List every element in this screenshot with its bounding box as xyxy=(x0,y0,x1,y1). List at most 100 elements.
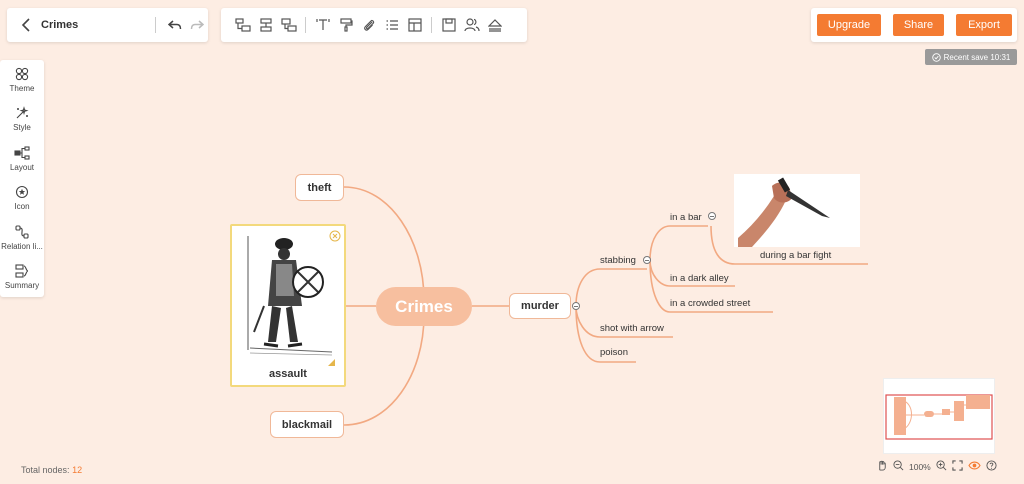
topic-assault[interactable]: assault xyxy=(230,224,346,387)
zoom-in-button[interactable] xyxy=(936,460,947,473)
format-painter-button[interactable] xyxy=(334,13,357,37)
eye-icon xyxy=(968,461,981,470)
save-button[interactable] xyxy=(437,13,460,37)
insert-toolbar xyxy=(221,8,527,42)
check-circle-icon xyxy=(931,52,941,62)
divider xyxy=(305,17,306,33)
fit-screen-button[interactable] xyxy=(952,460,963,473)
subtopic-shot-with-arrow[interactable]: shot with arrow xyxy=(600,323,664,334)
sidebar-item-theme[interactable]: Theme xyxy=(0,60,44,100)
sidebar-item-label: Icon xyxy=(14,202,30,212)
undo-button[interactable] xyxy=(164,19,186,31)
export-button[interactable]: Export xyxy=(956,14,1012,36)
map-connections xyxy=(343,186,868,426)
title-bar: Crimes xyxy=(7,8,208,42)
more-button[interactable] xyxy=(483,13,506,37)
attachment-button[interactable] xyxy=(357,13,380,37)
users-icon xyxy=(463,18,480,32)
divider xyxy=(155,17,156,33)
topic-theft[interactable]: theft xyxy=(295,174,344,201)
save-status-badge: Recent save 10:31 xyxy=(925,49,1017,65)
zoom-controls: 100% xyxy=(877,460,997,473)
insert-text-button[interactable] xyxy=(311,13,334,37)
sidebar-item-layout[interactable]: Layout xyxy=(0,139,44,179)
sidebar-item-style[interactable]: Style xyxy=(0,100,44,140)
subtopic-poison[interactable]: poison xyxy=(600,347,628,358)
total-nodes-count: 12 xyxy=(72,465,83,475)
topic-label: assault xyxy=(269,368,307,380)
collapse-toggle[interactable] xyxy=(708,212,716,220)
topic-blackmail[interactable]: blackmail xyxy=(270,411,344,438)
sibling-topic-icon xyxy=(259,18,272,32)
redo-icon xyxy=(190,20,204,30)
branch-stabbing xyxy=(575,268,647,307)
subtopic-in-a-bar[interactable]: in a bar xyxy=(670,212,702,223)
subtopic-icon xyxy=(234,18,251,32)
sidebar-item-icon[interactable]: Icon xyxy=(0,179,44,219)
insert-parent-topic-button[interactable] xyxy=(277,13,300,37)
remove-image-button[interactable] xyxy=(329,229,341,247)
icon-icon xyxy=(15,186,29,199)
branch-theft xyxy=(343,186,425,301)
sidebar-item-label: Relation li... xyxy=(1,241,43,251)
zoom-out-button[interactable] xyxy=(893,460,904,473)
outline-button[interactable] xyxy=(380,13,403,37)
list-icon xyxy=(386,20,398,30)
topic-murder[interactable]: murder xyxy=(509,293,571,319)
sidebar-item-label: Theme xyxy=(9,83,35,93)
insert-subtopic-button[interactable] xyxy=(231,13,254,37)
minimap-preview xyxy=(885,394,993,440)
subtopic-stabbing[interactable]: stabbing xyxy=(600,255,636,266)
paint-roller-icon xyxy=(339,18,353,32)
upgrade-button[interactable]: Upgrade xyxy=(817,14,881,36)
sidebar-item-label: Summary xyxy=(4,281,40,291)
help-button[interactable] xyxy=(986,460,997,473)
subtopic-during-a-bar-fight[interactable]: during a bar fight xyxy=(760,250,831,261)
save-icon xyxy=(441,18,456,32)
total-nodes: Total nodes: 12 xyxy=(21,465,82,475)
sidebar-item-label: Layout xyxy=(9,162,35,172)
knight-illustration xyxy=(242,232,334,358)
paperclip-icon xyxy=(363,19,374,31)
fullscreen-icon xyxy=(952,460,963,471)
branch-blackmail xyxy=(343,314,425,426)
share-button[interactable]: Share xyxy=(893,14,944,36)
sidebar-item-relation-line[interactable]: Relation li... xyxy=(0,218,44,258)
layout-icon xyxy=(14,146,30,160)
branch-in-a-bar xyxy=(649,225,708,261)
collapse-toggle[interactable] xyxy=(572,302,580,310)
zoom-in-icon xyxy=(936,460,947,471)
collaborate-button[interactable] xyxy=(460,13,483,37)
minimap[interactable] xyxy=(883,378,995,454)
layout-template-icon xyxy=(407,18,422,32)
document-title[interactable]: Crimes xyxy=(41,19,147,31)
knife-image[interactable] xyxy=(734,174,860,247)
subtopic-in-a-crowded-street[interactable]: in a crowded street xyxy=(670,298,750,309)
parent-topic-icon xyxy=(280,18,297,32)
sidebar-item-summary[interactable]: Summary xyxy=(0,258,44,298)
subtopic-in-a-dark-alley[interactable]: in a dark alley xyxy=(670,273,729,284)
collapse-toggle[interactable] xyxy=(643,256,651,264)
sidebar-item-label: Style xyxy=(13,123,31,133)
hand-tool-button[interactable] xyxy=(877,460,888,473)
knife-illustration xyxy=(738,177,830,247)
undo-icon xyxy=(168,20,182,30)
back-button[interactable] xyxy=(13,18,39,32)
preview-button[interactable] xyxy=(968,460,981,473)
redo-button[interactable] xyxy=(186,19,208,31)
hand-icon xyxy=(879,460,886,471)
close-circle-icon xyxy=(329,230,341,242)
action-bar: Upgrade Share Export xyxy=(811,8,1017,42)
help-icon xyxy=(986,460,997,471)
total-nodes-label: Total nodes: xyxy=(21,465,70,475)
format-sidebar: Theme Style Layout Icon Relation li... S… xyxy=(0,60,44,297)
central-topic[interactable]: Crimes xyxy=(376,287,472,326)
text-icon xyxy=(315,19,330,30)
insert-sibling-topic-button[interactable] xyxy=(254,13,277,37)
zoom-level: 100% xyxy=(909,461,931,472)
save-status-text: Recent save 10:31 xyxy=(943,52,1011,62)
zoom-out-icon xyxy=(893,460,904,471)
style-icon xyxy=(16,106,29,119)
eject-icon xyxy=(487,19,502,32)
template-button[interactable] xyxy=(403,13,426,37)
